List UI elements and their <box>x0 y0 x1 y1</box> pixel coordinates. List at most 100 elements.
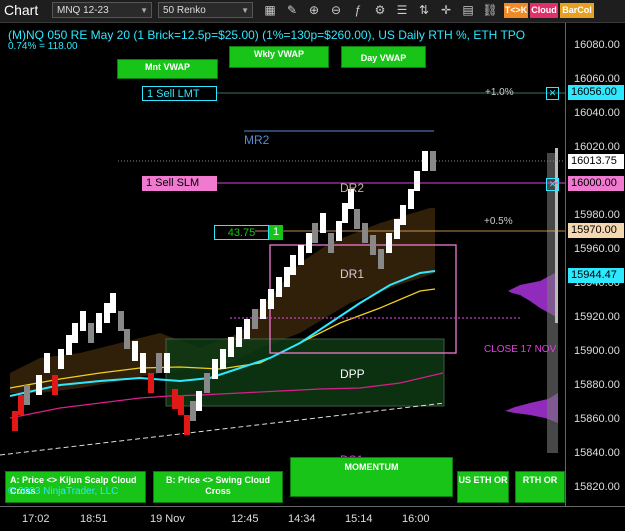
rth-or-button[interactable]: RTH OR <box>515 471 565 503</box>
renko-brick <box>44 353 50 373</box>
price-axis[interactable]: 16080.00 16060.00 16040.00 16020.00 16000.00… <box>565 23 625 506</box>
window-title: Chart <box>4 2 39 18</box>
time-axis-tick: 16:00 <box>402 513 430 525</box>
strategies-icon[interactable]: ⚙ <box>372 2 388 18</box>
chevron-down-icon: ▼ <box>241 6 249 15</box>
price-axis-tick: 15880.00 <box>574 379 620 391</box>
renko-brick <box>362 223 368 243</box>
copyright-label: © 2023 NinjaTrader, LLC <box>8 486 119 497</box>
chart-trader-icon[interactable]: ⇅ <box>416 2 432 18</box>
us-eth-or-button[interactable]: US ETH OR <box>457 471 509 503</box>
renko-brick <box>148 373 154 393</box>
renko-brick <box>18 395 24 415</box>
price-axis-tick: 15900.00 <box>574 345 620 357</box>
zoom-in-icon[interactable]: ⊕ <box>306 2 322 18</box>
plus-half-percent-label: +0.5% <box>484 216 513 227</box>
renko-brick <box>172 389 178 409</box>
renko-brick <box>336 221 342 241</box>
time-axis[interactable]: 17:02 18:51 19 Nov 12:45 14:34 15:14 16:00 <box>0 506 625 531</box>
renko-brick <box>24 385 30 405</box>
price-axis-tick: 16060.00 <box>574 73 620 85</box>
zoom-out-icon[interactable]: ⊖ <box>328 2 344 18</box>
instrument-value: MNQ 12-23 <box>57 5 109 16</box>
time-axis-tick: 19 Nov <box>150 513 185 525</box>
renko-brick <box>400 205 406 225</box>
renko-brick <box>96 313 102 333</box>
renko-brick <box>422 151 428 171</box>
chart-plot-area[interactable]: (M)NQ 050 RE May 20 (1 Brick=12.5p=$25.0… <box>0 23 565 506</box>
link-icon[interactable]: ⛓ <box>482 2 498 18</box>
properties-icon[interactable]: ☰ <box>394 2 410 18</box>
renko-brick <box>118 311 124 331</box>
renko-brick <box>212 359 218 379</box>
mr2-label: MR2 <box>244 133 270 147</box>
renko-brick <box>66 335 72 355</box>
renko-brick <box>12 411 18 431</box>
renko-brick <box>268 289 274 309</box>
data-box-icon[interactable]: ▤ <box>460 2 476 18</box>
dpp-label: DPP <box>340 367 365 381</box>
indicators-icon[interactable]: ƒ <box>350 2 366 18</box>
cloud-toggle-button[interactable]: Cloud <box>530 3 558 18</box>
cancel-lmt-icon[interactable]: ✕ <box>546 87 559 100</box>
volume-profile <box>505 148 558 453</box>
chart-toolbar: Chart MNQ 12-23 ▼ 50 Renko ▼ ▦ ✎ ⊕ ⊖ ƒ ⚙… <box>0 0 625 23</box>
draw-tools-icon[interactable]: ✎ <box>284 2 300 18</box>
renko-brick <box>298 245 304 265</box>
chevron-down-icon: ▼ <box>140 6 148 15</box>
bar-type-value: 50 Renko <box>163 5 206 16</box>
momentum-button[interactable]: MOMENTUM <box>290 457 453 497</box>
renko-brick <box>290 255 296 275</box>
renko-brick <box>36 375 42 395</box>
sell-lmt-order[interactable]: 1 Sell LMT <box>142 86 217 101</box>
price-axis-tick: 16080.00 <box>574 39 620 51</box>
renko-brick <box>276 277 282 297</box>
time-axis-tick: 17:02 <box>22 513 50 525</box>
renko-brick <box>312 223 318 243</box>
renko-brick <box>430 151 436 171</box>
instrument-header: (M)NQ 050 RE May 20 (1 Brick=12.5p=$25.0… <box>8 28 526 42</box>
renko-brick <box>204 373 210 393</box>
bar-type-selector[interactable]: 50 Renko ▼ <box>158 2 253 18</box>
sell-slm-order[interactable]: 1 Sell SLM <box>142 176 217 191</box>
renko-brick <box>252 309 258 329</box>
price-axis-tick: 15960.00 <box>574 243 620 255</box>
sell-lmt-label: 1 Sell LMT <box>147 88 200 100</box>
barcol-toggle-button[interactable]: BarCol <box>560 3 594 18</box>
crosshair-icon[interactable]: ✛ <box>438 2 454 18</box>
renko-brick <box>260 299 266 319</box>
renko-brick <box>394 219 400 239</box>
renko-brick <box>80 311 86 331</box>
renko-brick <box>354 209 360 229</box>
instrument-selector[interactable]: MNQ 12-23 ▼ <box>52 2 152 18</box>
sell-slm-label: 1 Sell SLM <box>146 177 200 189</box>
tk-toggle-button[interactable]: T<>K <box>504 3 528 18</box>
renko-brick <box>88 323 94 343</box>
wkly-vwap-button[interactable]: Wkly VWAP <box>229 46 329 68</box>
mnt-vwap-button[interactable]: Mnt VWAP <box>117 59 218 79</box>
prior-close-label: CLOSE 17 NOV <box>484 344 557 355</box>
price-axis-tick: 15820.00 <box>574 481 620 493</box>
renko-brick <box>220 349 226 369</box>
renko-brick <box>386 233 392 253</box>
renko-brick <box>228 337 234 357</box>
renko-brick <box>132 341 138 361</box>
position-qty[interactable]: 1 <box>269 225 283 240</box>
renko-brick <box>164 353 170 373</box>
time-axis-tick: 18:51 <box>80 513 108 525</box>
cancel-slm-icon[interactable]: ✕ <box>546 178 559 191</box>
bar-style-icon[interactable]: ▦ <box>262 2 278 18</box>
swing-cloud-cross-button[interactable]: B: Price <> Swing Cloud Cross <box>153 471 283 503</box>
renko-brick <box>156 353 162 373</box>
price-axis-tick: 15840.00 <box>574 447 620 459</box>
day-vwap-button[interactable]: Day VWAP <box>341 46 426 68</box>
renko-brick <box>370 235 376 255</box>
renko-brick <box>178 395 184 415</box>
renko-brick <box>408 189 414 209</box>
percent-header: 0.74% = 118.00 <box>8 41 78 52</box>
renko-brick <box>320 213 326 233</box>
dr1-label: DR1 <box>340 267 365 281</box>
renko-brick <box>124 329 130 349</box>
renko-brick <box>236 327 242 347</box>
renko-brick <box>110 293 116 313</box>
